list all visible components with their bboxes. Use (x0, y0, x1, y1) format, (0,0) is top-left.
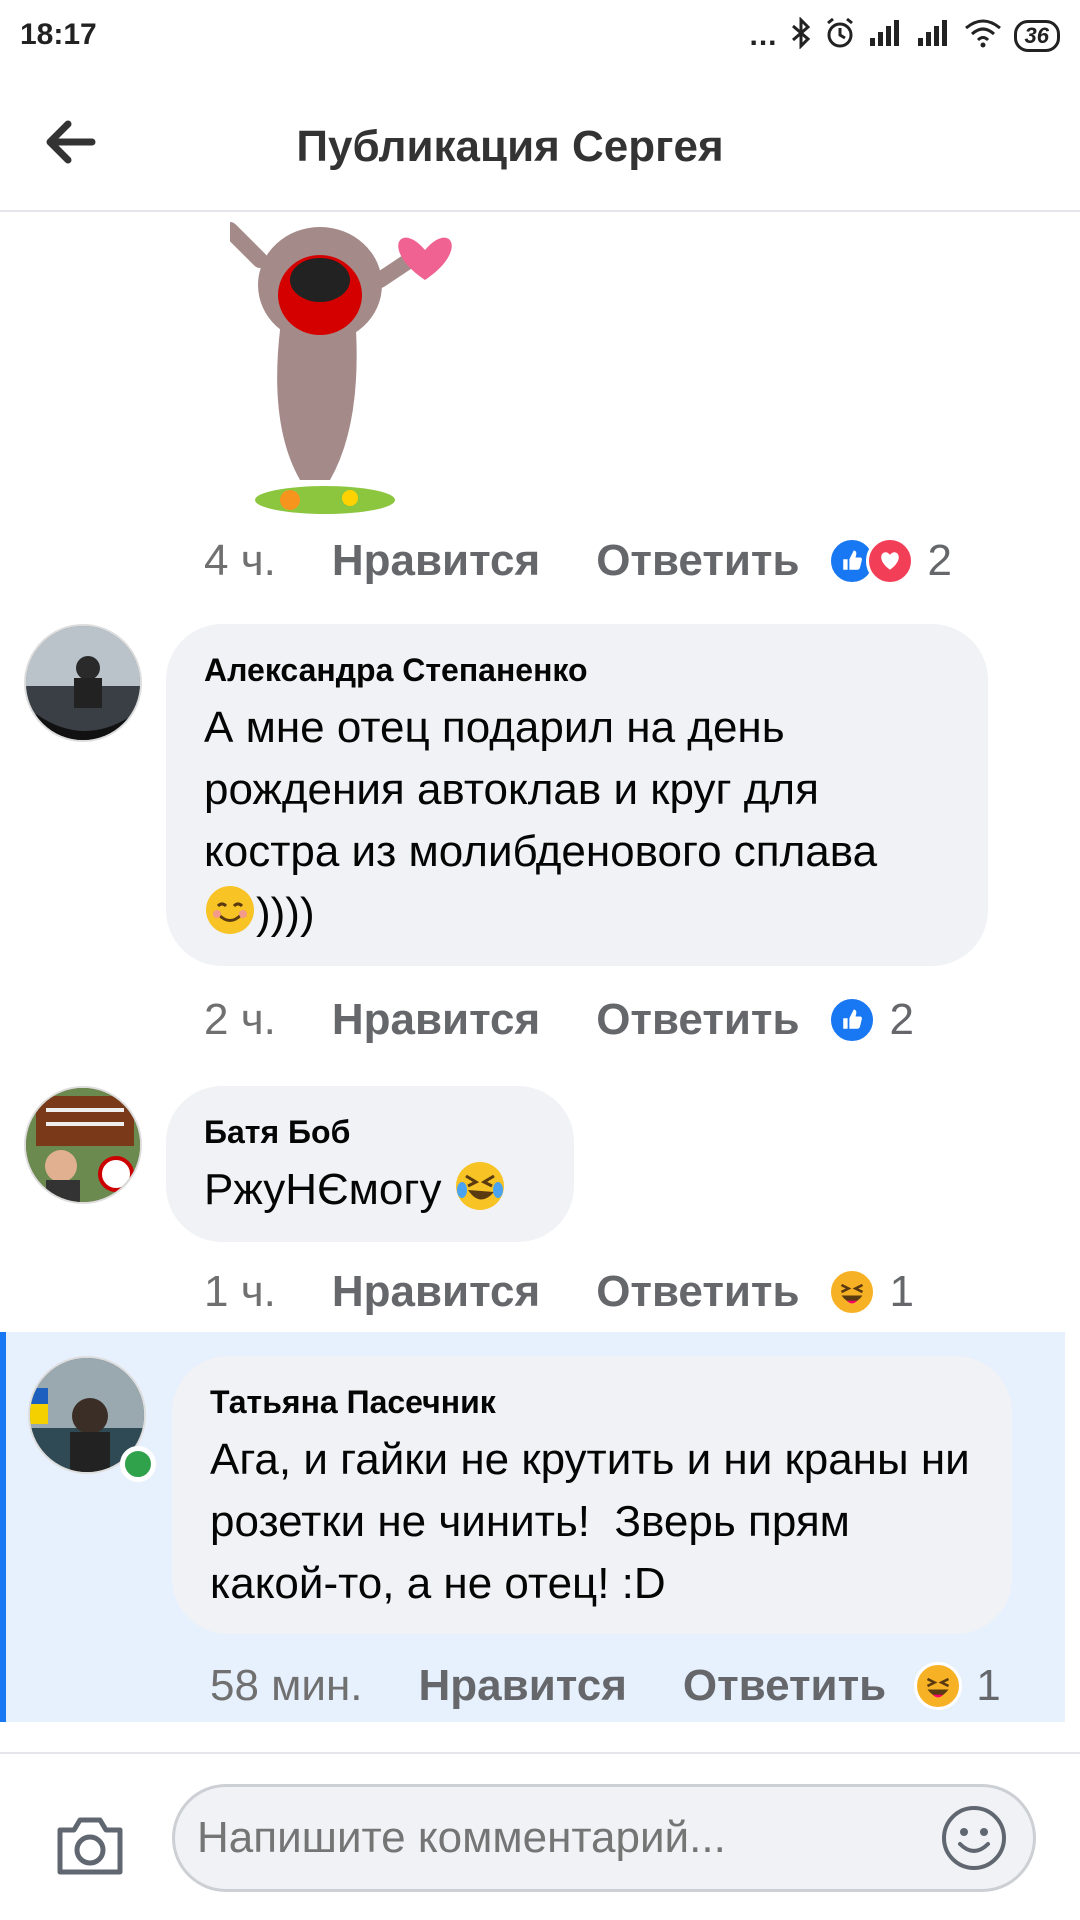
smiling-emoji-icon (204, 884, 256, 936)
love-reaction-icon (865, 537, 914, 585)
bluetooth-icon (790, 16, 812, 55)
comment-meta: 58 мин. Нравится Ответить 1 (210, 1656, 1001, 1716)
header: Публикация Сергея (0, 72, 1080, 212)
camera-button[interactable] (54, 1814, 126, 1878)
rolling-laughing-emoji-icon (454, 1160, 506, 1212)
avatar[interactable] (24, 1086, 142, 1204)
comment-author[interactable]: Татьяна Пасечник (210, 1384, 974, 1421)
haha-reaction-icon (827, 1268, 876, 1316)
comment-text: Ага, и гайки не крутить и ни краны ни ро… (210, 1435, 982, 1608)
comment-meta: 2 ч. Нравится Ответить 2 (204, 990, 914, 1050)
reactions[interactable]: 1 (914, 1661, 1001, 1711)
comment-time: 4 ч. (204, 536, 276, 585)
comment-author[interactable]: Александра Степаненко (204, 652, 950, 689)
comment-composer (0, 1752, 1080, 1920)
reply-button[interactable]: Ответить (596, 1267, 799, 1317)
comment-bubble: Александра Степаненко А мне отец подарил… (166, 624, 988, 966)
status-icons: ... 36 (749, 16, 1060, 56)
notification-dots: ... (749, 19, 778, 52)
reaction-count: 1 (889, 1267, 914, 1316)
haha-reaction-icon (914, 1662, 963, 1710)
alarm-icon (824, 17, 856, 55)
comment-bubble: Татьяна Пасечник Ага, и гайки не крутить… (172, 1356, 1012, 1634)
like-button[interactable]: Нравится (332, 536, 540, 586)
reactions[interactable]: 1 (827, 1267, 914, 1317)
comment-bubble: Батя Боб РжуНЄмогу (166, 1086, 574, 1242)
comment-body: РжуНЄмогу (204, 1165, 442, 1214)
comment-time: 58 мин. (210, 1661, 363, 1710)
wifi-icon (964, 18, 1002, 54)
reply-button[interactable]: Ответить (596, 536, 799, 586)
battery-icon: 36 (1013, 20, 1060, 52)
signal-icon (916, 18, 952, 54)
reactions[interactable]: 2 (827, 995, 914, 1045)
comment-meta: 1 ч. Нравится Ответить 1 (204, 1262, 914, 1322)
like-button[interactable]: Нравится (419, 1661, 627, 1711)
reaction-count: 2 (927, 536, 952, 585)
reply-button[interactable]: Ответить (596, 995, 799, 1045)
like-reaction-icon (827, 996, 876, 1044)
smiley-icon (942, 1806, 1006, 1870)
comment-text: РжуНЄмогу (204, 1159, 536, 1221)
emoji-button[interactable] (940, 1804, 1008, 1872)
dancing-pug-sticker-icon[interactable] (222, 210, 510, 520)
page-title: Публикация Сергея (296, 122, 724, 171)
comment-text: А мне отец подарил на день рождения авто… (204, 697, 950, 945)
comment-suffix: )))) (256, 889, 315, 938)
like-button[interactable]: Нравится (332, 1267, 540, 1317)
comment-time: 1 ч. (204, 1267, 276, 1316)
avatar[interactable] (24, 624, 142, 742)
comment-meta: 4 ч. Нравится Ответить 2 (204, 531, 952, 591)
reply-button[interactable]: Ответить (683, 1661, 886, 1711)
online-status-indicator (120, 1446, 156, 1482)
reactions[interactable]: 2 (827, 536, 952, 586)
reaction-count: 2 (889, 995, 914, 1044)
camera-icon (57, 1817, 123, 1875)
reaction-count: 1 (976, 1661, 1001, 1710)
status-time: 18:17 (20, 18, 97, 51)
comment-body: А мне отец подарил на день рождения авто… (204, 703, 878, 876)
comment-author[interactable]: Батя Боб (204, 1114, 536, 1151)
status-bar: 18:17 ... 36 (0, 0, 1080, 72)
battery-level: 36 (1024, 23, 1049, 48)
signal-icon (868, 18, 904, 54)
comment-time: 2 ч. (204, 995, 276, 1044)
like-button[interactable]: Нравится (332, 995, 540, 1045)
comment-input[interactable] (172, 1784, 1036, 1892)
